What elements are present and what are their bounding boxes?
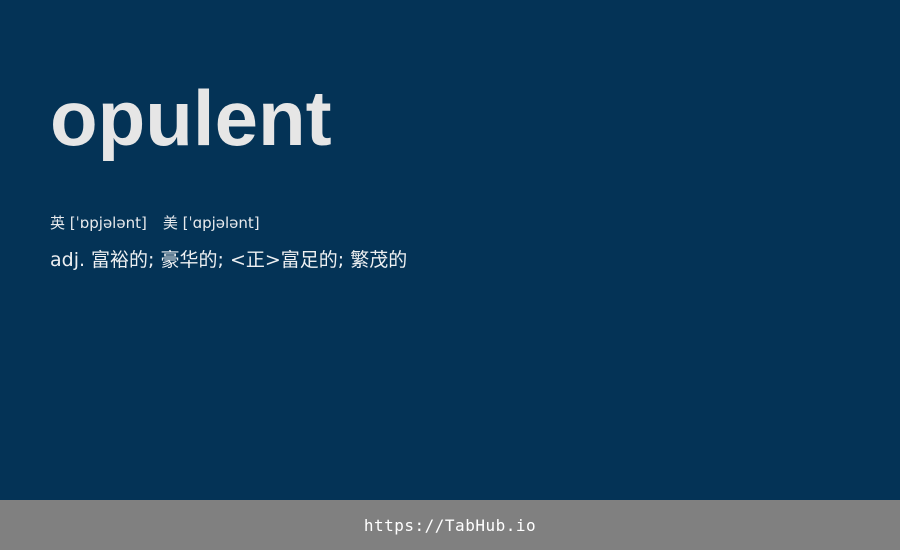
footer-bar: https://TabHub.io	[0, 500, 900, 550]
phonetic-uk: 英 [ˈɒpjələnt]	[50, 214, 147, 232]
phonetic-us: 美 [ˈɑpjələnt]	[162, 214, 260, 232]
word-card: opulent 英 [ˈɒpjələnt] 美 [ˈɑpjələnt] adj. …	[0, 0, 900, 500]
pronunciation-row: 英 [ˈɒpjələnt] 美 [ˈɑpjələnt]	[50, 213, 260, 233]
tabhub-link[interactable]: https://TabHub.io	[364, 516, 536, 535]
headword: opulent	[50, 74, 332, 162]
definition-text: adj. 富裕的; 豪华的; <正>富足的; 繁茂的	[50, 249, 408, 271]
